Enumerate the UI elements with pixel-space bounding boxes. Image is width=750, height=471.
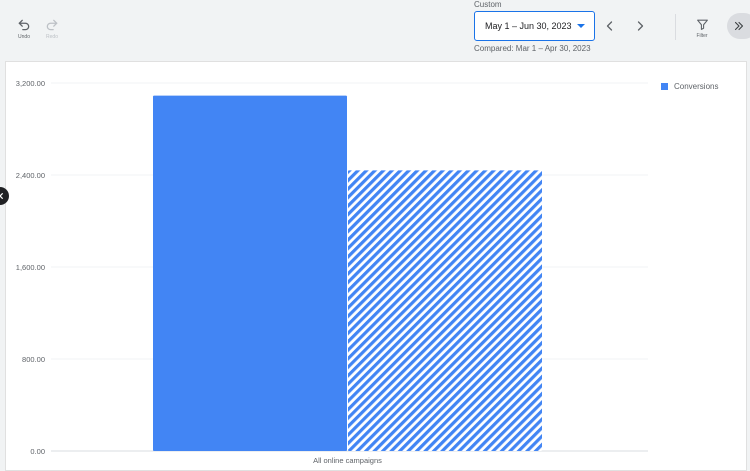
date-range-select[interactable]: May 1 – Jun 30, 2023 (474, 11, 595, 41)
redo-label: Redo (46, 34, 58, 40)
expand-panel-button[interactable] (727, 13, 750, 39)
chart-card: 0.00 800.00 1,600.00 2,400.00 3,200.00 All on… (5, 61, 747, 471)
chart-legend: Conversions (661, 82, 718, 91)
chevron-right-icon (637, 21, 644, 31)
filter-label: Filter (696, 33, 708, 39)
close-icon (0, 193, 3, 199)
legend-swatch (661, 83, 668, 90)
y-tick-label: 3,200.00 (16, 79, 45, 88)
undo-icon (18, 19, 30, 31)
next-period-button[interactable] (630, 16, 650, 36)
conversions-bar[interactable] (153, 95, 347, 452)
undo-button[interactable]: Undo (9, 18, 39, 46)
chevron-left-icon (606, 21, 613, 31)
legend-label: Conversions (674, 82, 719, 91)
undo-label: Undo (18, 34, 30, 40)
filter-icon (696, 19, 708, 30)
toolbar: Undo Redo Custom May 1 – Jun 30, 2023 Co… (0, 0, 750, 60)
double-chevron-right-icon (734, 21, 744, 31)
dropdown-caret-icon (577, 24, 585, 28)
y-tick-label: 0.00 (30, 447, 45, 456)
toolbar-divider (675, 14, 676, 40)
x-category-label: All online campaigns (313, 456, 382, 465)
comparison-range: Compared: Mar 1 – Apr 30, 2023 (474, 44, 591, 53)
y-tick-label: 2,400.00 (16, 171, 45, 180)
date-range-label: Custom (474, 0, 502, 9)
filter-button[interactable]: Filter (687, 18, 717, 46)
redo-icon (46, 19, 58, 31)
date-range-value: May 1 – Jun 30, 2023 (485, 21, 572, 31)
previous-period-button[interactable] (600, 16, 620, 36)
comparison-bar[interactable] (348, 170, 542, 451)
y-tick-label: 1,600.00 (16, 263, 45, 272)
bar-chart: 0.00 800.00 1,600.00 2,400.00 3,200.00 All on… (16, 79, 648, 465)
y-tick-label: 800.00 (22, 355, 45, 364)
redo-button[interactable]: Redo (37, 18, 67, 46)
